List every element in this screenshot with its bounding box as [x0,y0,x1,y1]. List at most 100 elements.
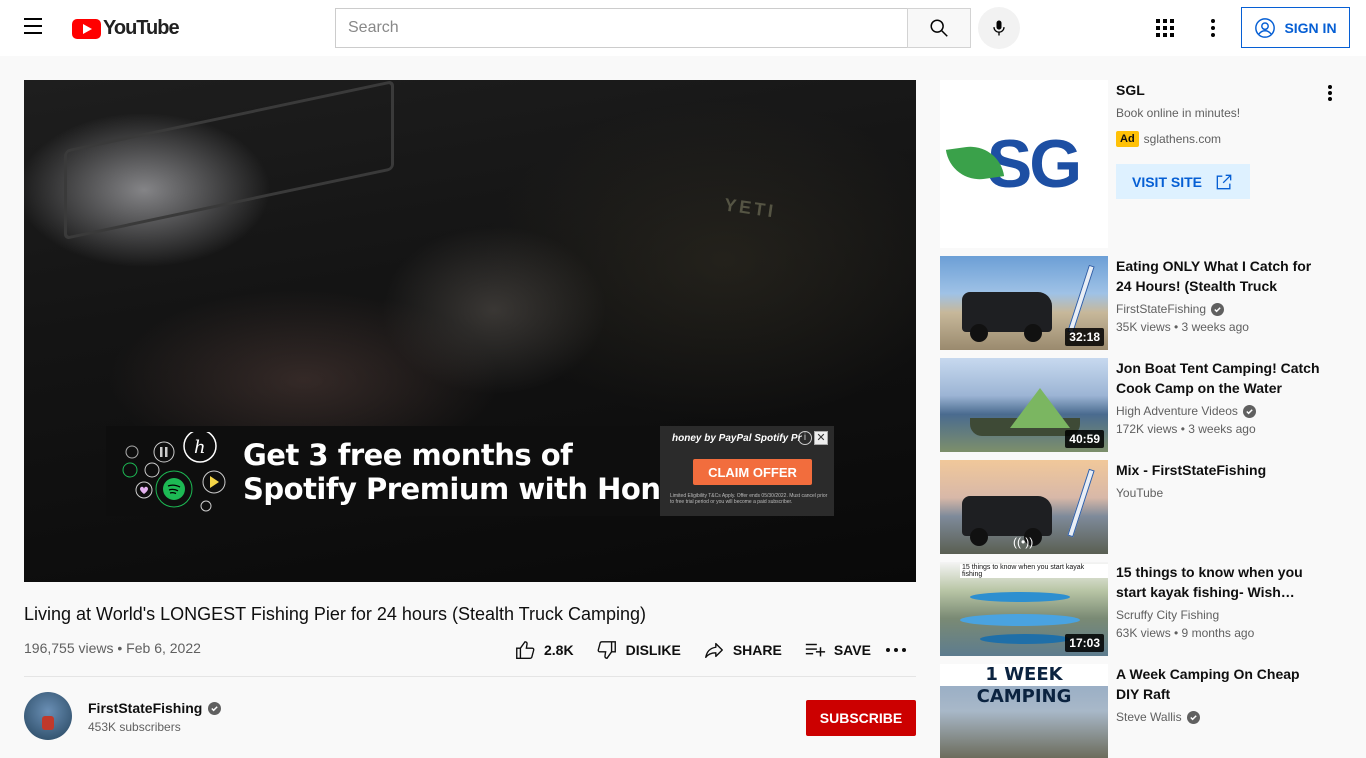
verified-icon [1242,404,1256,418]
ad-domain: sglathens.com [1143,132,1222,146]
video-player[interactable]: YETI h Get 3 free months of Spotify Prem… [24,80,916,582]
search-button[interactable] [907,8,971,48]
more-actions-icon[interactable] [886,640,906,660]
search-box [335,8,908,48]
apps-grid-icon[interactable] [1154,17,1176,39]
video-title: Living at World's LONGEST Fishing Pier f… [24,604,647,624]
recommendation-channel[interactable]: Scruffy City Fishing [1116,608,1219,622]
voice-search-button[interactable] [978,7,1020,49]
save-button[interactable]: SAVE [804,639,871,661]
kayak-shape [980,634,1070,644]
share-icon [704,642,723,659]
ad-info-icon[interactable]: i [798,431,812,445]
sign-in-label: SIGN IN [1284,19,1337,36]
thumbnail-caption: 1 WEEK CAMPING [940,664,1108,707]
thumbnail-caption: 15 things to know when you start kayak f… [960,564,1108,578]
video-thumbnail[interactable]: 15 things to know when you start kayak f… [940,562,1108,656]
account-icon [1255,17,1276,38]
ad-title[interactable]: SGL [1116,82,1145,98]
recommendation-channel[interactable]: YouTube [1116,486,1163,500]
logo-text: YouTube [103,17,180,39]
mix-radio-icon: ((•)) [1013,535,1034,549]
like-button[interactable]: 2.8K [514,639,574,661]
tent-shape [1010,388,1070,428]
fishing-rod-shape [1067,468,1095,538]
subscribe-button[interactable]: SUBSCRIBE [806,700,916,736]
video-actions: 2.8K DISLIKE SHARE SAVE [514,638,893,662]
external-link-icon [1216,174,1232,189]
fishing-rod-shape [1067,264,1095,334]
recommendation-stats: 172K views • 3 weeks ago [1116,422,1256,436]
channel-name[interactable]: FirstStateFishing [88,700,222,716]
video-thumbnail[interactable]: 1 WEEK CAMPING [940,664,1108,758]
recommendation-title[interactable]: Jon Boat Tent Camping! Catch Cook Camp o… [1116,358,1326,398]
recommendation-channel-name: High Adventure Videos [1116,404,1238,418]
ad-meta: Ad sglathens.com [1116,131,1221,147]
recommendation-item[interactable]: 32:18 Eating ONLY What I Catch for 24 Ho… [940,256,1340,350]
truck-shape [962,292,1052,342]
sidebar-ad[interactable]: SG SGL Book online in minutes! Ad sglath… [940,80,1348,248]
divider [24,676,916,677]
thumbs-up-icon [516,641,535,659]
kayak-shape [960,614,1080,626]
mix-thumbnail[interactable]: ((•)) [940,460,1108,554]
cooler-logo-text: YETI [722,194,778,222]
ad-thumbnail-logo-text: SG [986,126,1082,202]
settings-more-icon[interactable] [1204,17,1222,39]
truck-shape [962,496,1052,546]
recommendation-channel[interactable]: FirstStateFishing [1116,302,1225,316]
claim-offer-button[interactable]: CLAIM OFFER [693,459,812,485]
ad-description: Book online in minutes! [1116,106,1241,120]
menu-icon[interactable] [24,18,48,38]
channel-avatar[interactable] [24,692,72,740]
recommendation-item[interactable]: 40:59 Jon Boat Tent Camping! Catch Cook … [940,358,1340,452]
recommendation-channel-name: Scruffy City Fishing [1116,608,1220,622]
recommendation-item[interactable]: 15 things to know when you start kayak f… [940,562,1340,656]
visit-site-label: VISIT SITE [1131,173,1202,190]
recommendation-item[interactable]: ((•)) Mix - FirstStateFishing YouTube [940,460,1340,554]
recommendation-channel[interactable]: High Adventure Videos [1116,404,1256,418]
share-button[interactable]: SHARE [703,639,782,661]
honey-spotify-icons: h [122,432,226,512]
recommendation-channel-name: YouTube [1116,486,1164,500]
ad-side-panel[interactable]: honey by PayPal Spotify Pr i ✕ CLAIM OFF… [660,426,834,516]
save-label: SAVE [833,642,871,658]
recommendation-channel-name: Steve Wallis [1116,710,1182,724]
recommendation-item[interactable]: 1 WEEK CAMPING A Week Camping On Cheap D… [940,664,1340,758]
ad-headline: Get 3 free months of Spotify Premium wit… [243,438,706,506]
ad-headline-line1: Get 3 free months of [243,438,573,472]
masthead: YouTube SIGN IN [0,0,1366,56]
recommendation-title[interactable]: Mix - FirstStateFishing [1116,460,1326,480]
youtube-logo[interactable]: YouTube [72,17,180,40]
share-label: SHARE [732,642,782,658]
overlay-ad[interactable]: h Get 3 free months of Spotify Premium w… [106,426,834,516]
recommendation-stats: 35K views • 3 weeks ago [1116,320,1249,334]
visit-site-button[interactable]: VISIT SITE [1116,164,1250,199]
sign-in-button[interactable]: SIGN IN [1241,7,1350,48]
recommendation-channel[interactable]: Steve Wallis [1116,710,1200,724]
like-count: 2.8K [544,642,574,658]
verified-icon [1211,302,1225,316]
thumbs-down-icon [597,641,616,659]
ad-menu-icon[interactable] [1328,85,1332,101]
recommendation-title[interactable]: A Week Camping On Cheap DIY Raft [1116,664,1326,704]
recommendation-stats: 63K views • 9 months ago [1116,626,1255,640]
search-input[interactable] [336,9,908,47]
video-thumbnail[interactable]: 32:18 [940,256,1108,350]
ad-thumbnail[interactable]: SG [940,80,1108,248]
verified-icon [1186,710,1200,724]
duration-badge: 17:03 [1065,634,1104,652]
recommendation-title[interactable]: 15 things to know when you start kayak f… [1116,562,1326,602]
duration-badge: 32:18 [1065,328,1104,346]
dislike-label: DISLIKE [625,642,681,658]
microphone-icon [993,20,1005,36]
close-icon[interactable]: ✕ [814,431,828,445]
ad-badge: Ad [1116,131,1139,147]
recommendation-title[interactable]: Eating ONLY What I Catch for 24 Hours! (… [1116,256,1326,296]
video-thumbnail[interactable]: 40:59 [940,358,1108,452]
svg-text:h: h [194,437,206,458]
recommendation-channel-name: FirstStateFishing [1116,302,1207,316]
dislike-button[interactable]: DISLIKE [596,639,681,661]
subscriber-count: 453K subscribers [88,720,181,734]
ad-headline-line2: Spotify Premium with Honey. [243,472,706,506]
